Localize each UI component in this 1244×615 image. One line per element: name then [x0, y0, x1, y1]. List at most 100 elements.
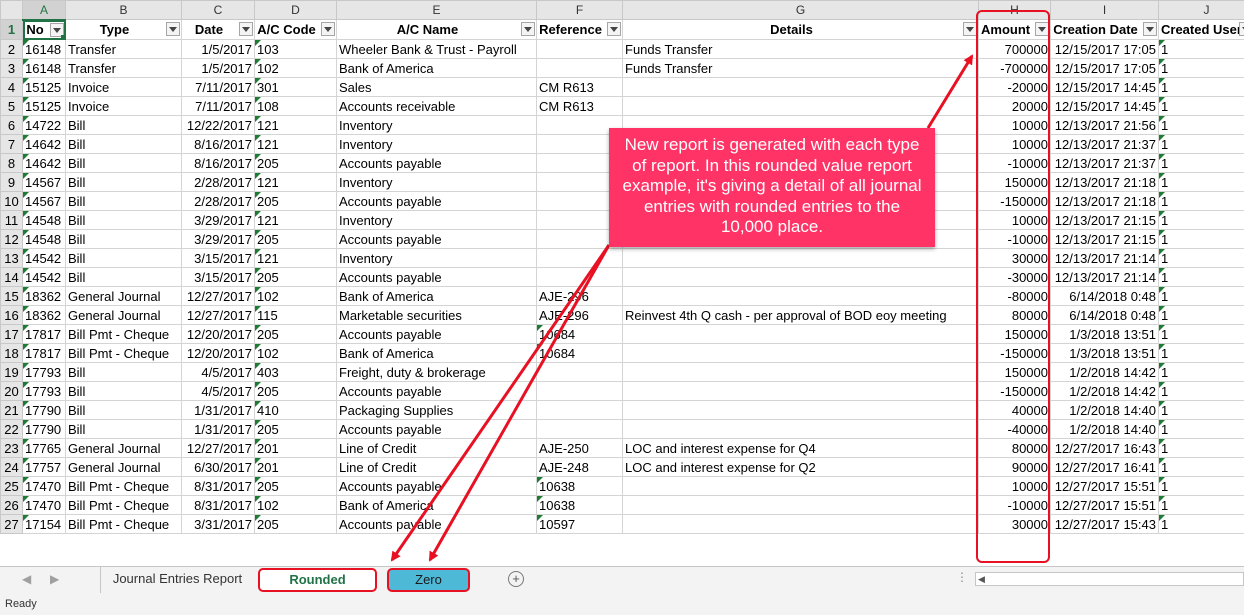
- column-header[interactable]: F: [536, 0, 623, 20]
- cell-details[interactable]: [622, 495, 979, 515]
- row-number[interactable]: 18: [0, 343, 23, 363]
- cell-creation-date[interactable]: 12/27/2017 15:51: [1050, 476, 1159, 496]
- cell-date[interactable]: 12/20/2017: [181, 343, 255, 363]
- cell-ac-code[interactable]: 205: [254, 381, 337, 401]
- tab-rounded-values[interactable]: Rounded values: [258, 568, 377, 607]
- cell-reference[interactable]: CM R613: [536, 96, 623, 116]
- cell-created-user[interactable]: 1: [1158, 96, 1244, 116]
- cell-type[interactable]: Bill: [65, 419, 182, 439]
- row-number[interactable]: 1: [0, 19, 23, 40]
- cell-no[interactable]: 17817: [22, 324, 66, 344]
- row-number[interactable]: 20: [0, 381, 23, 401]
- cell-type[interactable]: Bill Pmt - Cheque: [65, 476, 182, 496]
- cell-created-user[interactable]: 1: [1158, 115, 1244, 135]
- row-number[interactable]: 23: [0, 438, 23, 458]
- cell-ac-code[interactable]: 410: [254, 400, 337, 420]
- cell-ac-code[interactable]: 102: [254, 286, 337, 306]
- cell-no[interactable]: 17154: [22, 514, 66, 534]
- cell-ac-name[interactable]: Accounts payable: [336, 267, 537, 287]
- cell-details[interactable]: Funds Transfer: [622, 39, 979, 59]
- cell-no[interactable]: 17790: [22, 400, 66, 420]
- cell-details[interactable]: [622, 514, 979, 534]
- cell-ac-code[interactable]: 108: [254, 96, 337, 116]
- cell-ac-name[interactable]: Line of Credit: [336, 438, 537, 458]
- cell-created-user[interactable]: 1: [1158, 191, 1244, 211]
- cell-no[interactable]: 17470: [22, 476, 66, 496]
- cell-details[interactable]: LOC and interest expense for Q4: [622, 438, 979, 458]
- row-number[interactable]: 25: [0, 476, 23, 496]
- cell-no[interactable]: 14722: [22, 115, 66, 135]
- cell-no[interactable]: 14642: [22, 134, 66, 154]
- cell-no[interactable]: 17790: [22, 419, 66, 439]
- row-number[interactable]: 4: [0, 77, 23, 97]
- cell-ac-code[interactable]: 205: [254, 229, 337, 249]
- header-cell-no[interactable]: No: [22, 19, 66, 40]
- cell-ac-code[interactable]: 205: [254, 419, 337, 439]
- row-number[interactable]: 5: [0, 96, 23, 116]
- cell-created-user[interactable]: 1: [1158, 381, 1244, 401]
- column-header[interactable]: B: [65, 0, 182, 20]
- cell-created-user[interactable]: 1: [1158, 457, 1244, 477]
- cell-created-user[interactable]: 1: [1158, 286, 1244, 306]
- cell-reference[interactable]: AJE-250: [536, 438, 623, 458]
- cell-ac-name[interactable]: Accounts payable: [336, 514, 537, 534]
- cell-no[interactable]: 17470: [22, 495, 66, 515]
- cell-created-user[interactable]: 1: [1158, 58, 1244, 78]
- cell-details[interactable]: [622, 476, 979, 496]
- cell-ac-name[interactable]: Wheeler Bank & Trust - Payroll: [336, 39, 537, 59]
- header-cell-created-user[interactable]: Created User: [1158, 19, 1244, 40]
- cell-type[interactable]: Invoice: [65, 77, 182, 97]
- column-header[interactable]: G: [622, 0, 979, 20]
- row-number[interactable]: 21: [0, 400, 23, 420]
- row-number[interactable]: 15: [0, 286, 23, 306]
- cell-type[interactable]: Bill: [65, 210, 182, 230]
- cell-date[interactable]: 1/31/2017: [181, 419, 255, 439]
- cell-ac-name[interactable]: Accounts payable: [336, 191, 537, 211]
- filter-dropdown-icon[interactable]: [166, 22, 180, 36]
- row-number[interactable]: 2: [0, 39, 23, 59]
- cell-created-user[interactable]: 1: [1158, 153, 1244, 173]
- cell-no[interactable]: 18362: [22, 286, 66, 306]
- cell-date[interactable]: 8/31/2017: [181, 495, 255, 515]
- cell-ac-name[interactable]: Inventory: [336, 134, 537, 154]
- cell-reference[interactable]: AJE-296: [536, 305, 623, 325]
- cell-creation-date[interactable]: 12/13/2017 21:56: [1050, 115, 1159, 135]
- cell-no[interactable]: 14542: [22, 248, 66, 268]
- cell-created-user[interactable]: 1: [1158, 248, 1244, 268]
- cell-details[interactable]: [622, 362, 979, 382]
- cell-details[interactable]: Reinvest 4th Q cash - per approval of BO…: [622, 305, 979, 325]
- cell-creation-date[interactable]: 12/15/2017 14:45: [1050, 96, 1159, 116]
- header-cell-type[interactable]: Type: [65, 19, 182, 40]
- spreadsheet-grid[interactable]: A B C D E F G H I J 1 No Type Date A/C C…: [0, 0, 1244, 566]
- cell-reference[interactable]: 10684: [536, 343, 623, 363]
- cell-details[interactable]: [622, 96, 979, 116]
- row-number[interactable]: 9: [0, 172, 23, 192]
- cell-ac-code[interactable]: 205: [254, 514, 337, 534]
- cell-ac-name[interactable]: Bank of America: [336, 58, 537, 78]
- row-number[interactable]: 11: [0, 210, 23, 230]
- cell-date[interactable]: 7/11/2017: [181, 96, 255, 116]
- cell-no[interactable]: 17765: [22, 438, 66, 458]
- filter-dropdown-icon[interactable]: [963, 22, 977, 36]
- cell-details[interactable]: [622, 381, 979, 401]
- cell-creation-date[interactable]: 1/2/2018 14:42: [1050, 362, 1159, 382]
- cell-date[interactable]: 3/15/2017: [181, 248, 255, 268]
- header-cell-date[interactable]: Date: [181, 19, 255, 40]
- cell-ac-code[interactable]: 301: [254, 77, 337, 97]
- cell-details[interactable]: LOC and interest expense for Q2: [622, 457, 979, 477]
- cell-date[interactable]: 12/20/2017: [181, 324, 255, 344]
- cell-ac-name[interactable]: Accounts payable: [336, 381, 537, 401]
- cell-date[interactable]: 8/16/2017: [181, 134, 255, 154]
- cell-creation-date[interactable]: 12/15/2017 17:05: [1050, 39, 1159, 59]
- cell-created-user[interactable]: 1: [1158, 134, 1244, 154]
- cell-no[interactable]: 17793: [22, 362, 66, 382]
- cell-creation-date[interactable]: 1/3/2018 13:51: [1050, 324, 1159, 344]
- cell-reference[interactable]: AJE-296: [536, 286, 623, 306]
- row-number[interactable]: 27: [0, 514, 23, 534]
- cell-ac-code[interactable]: 121: [254, 134, 337, 154]
- cell-type[interactable]: Bill: [65, 229, 182, 249]
- cell-no[interactable]: 18362: [22, 305, 66, 325]
- row-number[interactable]: 8: [0, 153, 23, 173]
- cell-ac-name[interactable]: Accounts payable: [336, 324, 537, 344]
- cell-reference[interactable]: [536, 419, 623, 439]
